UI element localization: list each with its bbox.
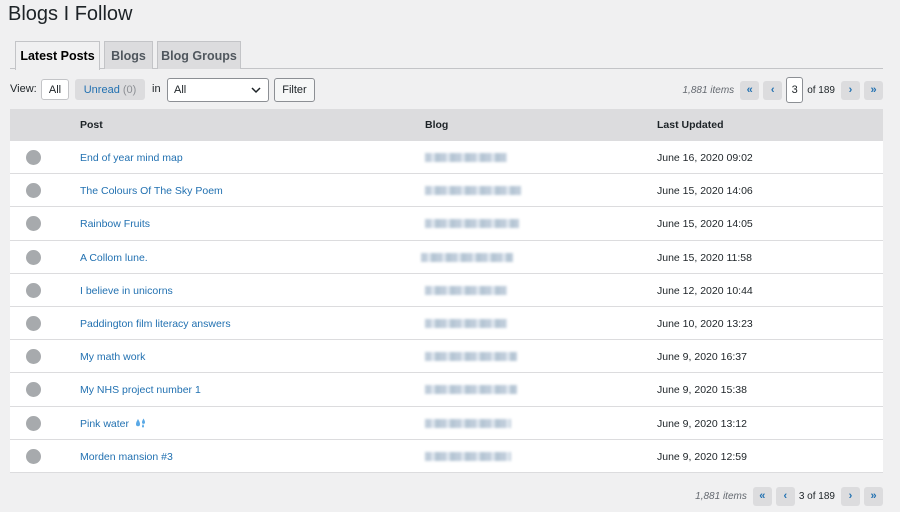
- blog-name-redacted[interactable]: [425, 318, 507, 328]
- read-status-icon[interactable]: [26, 382, 41, 398]
- table-row: End of year mind map June 16, 2020 09:02: [10, 140, 883, 174]
- post-date: June 9, 2020 13:12: [657, 417, 747, 430]
- table-row: Pink water June 9, 2020 13:12: [10, 405, 883, 439]
- posts-table: Post Blog Last Updated End of year mind …: [10, 109, 883, 473]
- prev-page-button[interactable]: ‹: [763, 80, 783, 100]
- unread-label: Unread: [83, 83, 120, 96]
- last-page-button[interactable]: »: [864, 80, 883, 100]
- column-header-last-updated[interactable]: Last Updated: [657, 119, 724, 131]
- post-link[interactable]: The Colours Of The Sky Poem: [80, 185, 223, 197]
- post-date: June 10, 2020 13:23: [657, 317, 753, 330]
- in-label: in: [152, 83, 161, 95]
- read-status-icon[interactable]: [26, 282, 41, 298]
- post-link[interactable]: Pink water: [80, 418, 147, 430]
- read-status-icon[interactable]: [26, 349, 41, 365]
- chevron-down-icon: [251, 87, 261, 94]
- blog-group-select[interactable]: All: [167, 78, 269, 102]
- post-date: June 16, 2020 09:02: [657, 152, 753, 164]
- post-date: June 15, 2020 14:05: [657, 218, 753, 231]
- pagination-top: 1,881 items « ‹ 3 of 189 › »: [682, 77, 883, 103]
- select-value: All: [174, 84, 187, 96]
- blog-name-redacted[interactable]: [425, 285, 507, 295]
- blog-name-redacted[interactable]: [425, 153, 507, 162]
- next-page-button[interactable]: ›: [841, 80, 860, 100]
- post-date: June 12, 2020 10:44: [657, 284, 753, 297]
- blog-name-redacted[interactable]: [425, 352, 517, 362]
- table-row: A Collom lune. June 15, 2020 11:58: [10, 239, 883, 273]
- read-status-icon[interactable]: [26, 315, 41, 331]
- read-status-icon[interactable]: [26, 249, 41, 265]
- read-status-icon[interactable]: [26, 448, 41, 464]
- table-row: Morden mansion #3 June 9, 2020 12:59: [10, 438, 883, 472]
- table-header: Post Blog Last Updated: [10, 109, 883, 140]
- post-date: June 15, 2020 11:58: [657, 251, 752, 264]
- post-title: Pink water: [80, 417, 130, 430]
- table-row: Paddington film literacy answers June 10…: [10, 305, 883, 340]
- post-link[interactable]: My math work: [80, 351, 145, 363]
- next-page-button[interactable]: ›: [841, 486, 860, 506]
- post-link[interactable]: Morden mansion #3: [80, 451, 173, 463]
- post-link[interactable]: A Collom lune.: [80, 252, 148, 264]
- post-link[interactable]: Rainbow Fruits: [80, 218, 150, 230]
- filter-bar: View: All Unread (0) in All Filter 1,881…: [10, 77, 883, 103]
- post-date: June 9, 2020 16:37: [657, 351, 747, 364]
- water-droplets-emoji-icon: [135, 418, 145, 427]
- view-all-button[interactable]: All: [41, 79, 69, 100]
- tab-blogs[interactable]: Blogs: [104, 41, 153, 69]
- table-row: Rainbow Fruits June 15, 2020 14:05: [10, 206, 883, 240]
- table-row: My math work June 9, 2020 16:37: [10, 339, 883, 373]
- page-position: 3 of 189: [798, 490, 835, 502]
- tab-latest-posts[interactable]: Latest Posts: [15, 41, 100, 70]
- read-status-icon[interactable]: [26, 150, 41, 165]
- last-page-button[interactable]: »: [864, 486, 883, 506]
- item-count: 1,881 items: [695, 490, 747, 502]
- read-status-icon[interactable]: [26, 183, 41, 199]
- tab-bar: Latest Posts Blogs Blog Groups: [10, 41, 883, 70]
- column-header-blog[interactable]: Blog: [425, 119, 448, 131]
- view-label: View:: [10, 83, 37, 95]
- table-row: My NHS project number 1 June 9, 2020 15:…: [10, 372, 883, 406]
- read-status-icon[interactable]: [26, 216, 41, 232]
- post-link[interactable]: Paddington film literacy answers: [80, 318, 231, 330]
- blog-name-redacted[interactable]: [421, 252, 513, 262]
- item-count: 1,881 items: [682, 84, 735, 96]
- blog-name-redacted[interactable]: [425, 385, 517, 395]
- post-date: June 15, 2020 14:06: [657, 185, 753, 198]
- post-link[interactable]: End of year mind map: [80, 152, 183, 164]
- view-unread-button[interactable]: Unread (0): [75, 79, 145, 100]
- first-page-button[interactable]: «: [752, 486, 772, 506]
- filter-button[interactable]: Filter: [274, 78, 315, 102]
- blog-name-redacted[interactable]: [425, 451, 511, 461]
- table-row: I believe in unicorns June 12, 2020 10:4…: [10, 272, 883, 306]
- table-row: The Colours Of The Sky Poem June 15, 202…: [10, 173, 883, 207]
- post-link[interactable]: My NHS project number 1: [80, 384, 201, 396]
- first-page-button[interactable]: «: [740, 80, 760, 100]
- page-title: Blogs I Follow: [8, 3, 133, 25]
- unread-count: (0): [122, 83, 137, 96]
- pagination-bottom: 1,881 items « ‹ 3 of 189 › »: [695, 484, 883, 508]
- current-page-input[interactable]: 3: [786, 77, 804, 103]
- post-date: June 9, 2020 12:59: [657, 450, 747, 463]
- column-header-post[interactable]: Post: [80, 119, 103, 131]
- page-total: of 189: [807, 84, 835, 96]
- blog-name-redacted[interactable]: [425, 418, 511, 428]
- blog-name-redacted[interactable]: [425, 186, 521, 196]
- tab-blog-groups[interactable]: Blog Groups: [157, 41, 241, 69]
- blog-name-redacted[interactable]: [425, 219, 519, 229]
- prev-page-button[interactable]: ‹: [775, 486, 795, 506]
- post-link[interactable]: I believe in unicorns: [80, 285, 173, 297]
- post-date: June 9, 2020 15:38: [657, 384, 747, 397]
- read-status-icon[interactable]: [26, 415, 41, 431]
